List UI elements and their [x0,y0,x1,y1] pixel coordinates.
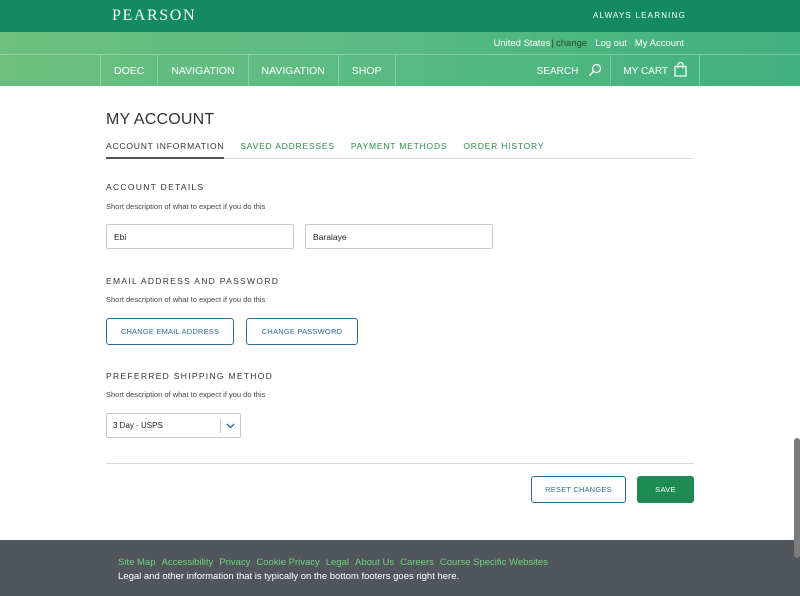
utility-links: United States | change Log out My Accoun… [494,38,685,49]
last-name-field[interactable]: Baralaye [305,224,493,249]
save-button[interactable]: SAVE [637,476,694,503]
nav-item-navigation-1[interactable]: NAVIGATION [157,55,247,87]
shipping-method-value: 3 Day - USPS [113,421,163,430]
tab-saved-addresses[interactable]: SAVED ADDRESSES [240,141,335,159]
footer-links: Site Map Accessibility Privacy Cookie Pr… [118,557,548,568]
email-password-description: Short description of what to expect if y… [106,295,266,304]
cart-label: MY CART [623,65,668,77]
footer-link-privacy[interactable]: Privacy [219,557,250,568]
search-icon [588,63,602,80]
chevron-down-icon[interactable] [220,418,240,433]
search-label: SEARCH [536,65,579,77]
account-details-description: Short description of what to expect if y… [106,202,266,211]
main-navigation: DOEC NAVIGATION NAVIGATION SHOP SEARCH M… [0,54,800,87]
page-scrollbar[interactable] [794,438,800,558]
tab-account-information[interactable]: ACCOUNT INFORMATION [106,141,225,159]
page-title: MY ACCOUNT [106,111,215,128]
region-selector: United States | change [494,38,588,49]
reset-changes-button[interactable]: RESET CHANGES [531,476,626,503]
account-details-heading: ACCOUNT DETAILS [106,182,205,192]
footer-link-course-websites[interactable]: Course Specific Websites [440,557,548,568]
account-tabs: ACCOUNT INFORMATION SAVED ADDRESSES PAYM… [106,141,694,159]
brand-bar: PEARSON ALWAYS LEARNING [0,0,800,32]
search-button[interactable]: SEARCH [537,55,611,87]
shipping-method-description: Short description of what to expect if y… [106,390,266,399]
nav-menu: DOEC NAVIGATION NAVIGATION SHOP [100,55,396,87]
section-divider [106,463,694,464]
change-email-button[interactable]: CHANGE EMAIL ADDRESS [106,318,234,345]
tab-order-history[interactable]: ORDER HISTORY [463,141,544,159]
site-footer: Site Map Accessibility Privacy Cookie Pr… [0,540,800,596]
footer-link-accessibility[interactable]: Accessibility [162,557,214,568]
footer-link-careers[interactable]: Careers [400,557,434,568]
shipping-method-select[interactable]: 3 Day - USPS [106,413,241,438]
region-label: United States [493,38,551,49]
footer-link-about-us[interactable]: About Us [355,557,394,568]
first-name-field[interactable]: Ebi [106,224,294,249]
nav-item-doec[interactable]: DOEC [100,55,157,87]
pearson-logo[interactable]: PEARSON [112,7,196,25]
change-region-link[interactable]: change [556,38,587,49]
tab-payment-methods[interactable]: PAYMENT METHODS [351,141,448,159]
change-password-button[interactable]: CHANGE PASSWORD [246,318,358,345]
nav-item-navigation-2[interactable]: NAVIGATION [247,55,338,87]
email-password-heading: EMAIL ADDRESS AND PASSWORD [106,276,280,286]
footer-link-site-map[interactable]: Site Map [118,557,156,568]
logout-link[interactable]: Log out [595,38,627,49]
region-separator: | [551,38,555,49]
my-account-link[interactable]: My Account [635,38,684,49]
nav-tools: SEARCH MY CART [537,55,700,87]
nav-item-shop[interactable]: SHOP [337,55,396,87]
footer-legal-text: Legal and other information that is typi… [118,571,460,582]
header-band: United States | change Log out My Accoun… [0,32,800,87]
brand-tagline: ALWAYS LEARNING [593,11,686,20]
footer-link-legal[interactable]: Legal [326,557,349,568]
footer-link-cookie-privacy[interactable]: Cookie Privacy [256,557,319,568]
shipping-method-heading: PREFERRED SHIPPING METHOD [106,371,274,381]
shopping-bag-icon [674,61,687,80]
cart-button[interactable]: MY CART [610,55,700,87]
